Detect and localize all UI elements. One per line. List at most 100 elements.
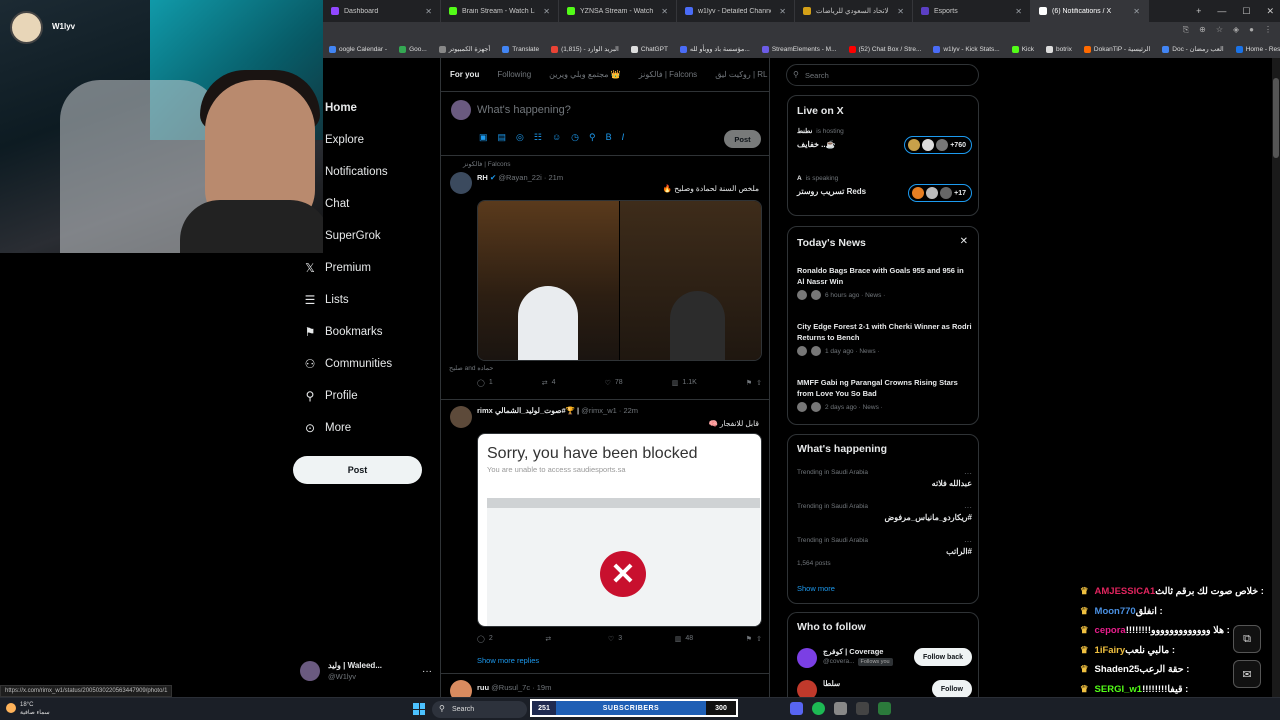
bold-icon[interactable]: B [606, 132, 612, 143]
timeline-tab[interactable]: مجتمع وبلي ويرين 👑 [540, 58, 630, 92]
avatar[interactable] [450, 406, 472, 428]
trend-item[interactable]: Trending in Saudi Arabia #ريكاردو_مانياس_… [797, 503, 972, 522]
sidebar-item-more[interactable]: ⊙ More [290, 412, 440, 444]
close-tab-icon[interactable]: ✕ [661, 7, 668, 16]
sidebar-item-home[interactable]: Home [290, 92, 440, 124]
bookmark-item[interactable]: oogle Calendar - [323, 45, 393, 53]
tweet-handle[interactable]: @Rayan_22i [498, 173, 541, 182]
bookmark-item[interactable]: StreamElements - M... [756, 45, 843, 53]
app-icon[interactable] [856, 702, 869, 715]
avatar[interactable] [797, 648, 817, 668]
bookmark-item[interactable]: أجهزة الكمبيوتر [433, 45, 496, 53]
bookmark-item[interactable]: Goo... [393, 45, 433, 53]
reply-button[interactable]: ◯ 1 [477, 379, 493, 387]
trend-item[interactable]: Trending in Saudi Arabia عبدالله فلاته ··· [797, 469, 972, 488]
tweet-media[interactable]: Sorry, you have been blocked You are una… [477, 433, 762, 627]
profile-icon[interactable]: ● [1249, 25, 1254, 35]
bookmark-item[interactable]: Home - Restream [1230, 45, 1280, 53]
minimize-icon[interactable]: — [1217, 6, 1226, 16]
sidebar-item-supergrok[interactable]: SuperGrok [290, 220, 440, 252]
menu-icon[interactable]: ⋮ [1264, 25, 1272, 35]
app-icon[interactable] [834, 702, 847, 715]
views-button[interactable]: ▥ 48 [675, 635, 693, 643]
bookmark-item[interactable]: البريد الوارد - (1,815) [545, 45, 625, 53]
scrollbar-thumb[interactable] [1273, 78, 1279, 158]
chat-username[interactable]: cepora [1095, 625, 1126, 636]
browser-tab[interactable]: (6) Notifications / X ✕ [1031, 0, 1149, 22]
repost-button[interactable]: ⇄ 4 [542, 379, 556, 387]
emoji-icon[interactable]: ☺ [552, 132, 561, 143]
tweet-author[interactable]: ruu [477, 683, 489, 692]
trend-item[interactable]: Trending in Saudi Arabia #الراتب ··· 1,564 … [797, 537, 972, 567]
star-icon[interactable]: ☆ [1216, 25, 1223, 35]
discord-icon[interactable] [790, 702, 803, 715]
bookmark-item[interactable]: (52) Chat Box / Stre... [843, 45, 928, 53]
image-icon[interactable]: ▣ [479, 132, 488, 143]
search-input[interactable]: ⚲ Search [786, 64, 979, 86]
post-button[interactable]: Post [293, 456, 422, 484]
popout-icon[interactable]: ⧉ [1233, 625, 1261, 653]
tweet[interactable]: rimx صوت_لوليد_الشمالي#🏆 | @rimx_w1 · 22… [441, 400, 769, 674]
sidebar-item-chat[interactable]: Chat [290, 188, 440, 220]
views-button[interactable]: ▥ 1.1K [672, 379, 697, 387]
chat-username[interactable]: Moon770 [1095, 606, 1136, 617]
inbox-icon[interactable]: ✉ [1233, 660, 1261, 688]
show-more-replies[interactable]: Show more replies [477, 656, 539, 665]
close-tab-icon[interactable]: ✕ [897, 7, 904, 16]
more-dots-icon[interactable]: ··· [964, 503, 972, 512]
poll-icon[interactable]: ☷ [534, 132, 542, 143]
sidebar-item-profile[interactable]: ⚲ Profile [290, 380, 440, 412]
timeline-tab[interactable]: روكيت ليق | RL [706, 58, 769, 92]
tweet[interactable]: فالكونز | Falcons RH ✔ @Rayan_22i · 21m … [441, 156, 769, 400]
close-tab-icon[interactable]: ✕ [1015, 7, 1022, 16]
sidebar-item-lists[interactable]: ☰ Lists [290, 284, 440, 316]
chat-username[interactable]: SERGI_w1 [1095, 684, 1143, 695]
tweet-author[interactable]: rimx [477, 406, 493, 415]
timeline-tab[interactable]: فالكونز | Falcons [630, 58, 706, 92]
browser-tab[interactable]: YZNSA Stream - Watch Live on ✕ [559, 0, 677, 22]
location-icon[interactable]: ⚲ [589, 132, 596, 143]
tweet-media[interactable] [477, 200, 762, 361]
avatar[interactable] [450, 172, 472, 194]
spotify-icon[interactable] [812, 702, 825, 715]
bookmark-item[interactable]: DokanTiP - الرئيسية [1078, 45, 1156, 53]
follow-button[interactable]: Follow [931, 680, 972, 698]
tweet-tags[interactable]: صليح and حماده [449, 364, 493, 372]
share-icon[interactable]: ⇧ [756, 635, 762, 643]
share-icon[interactable]: ⎘ [1183, 25, 1189, 35]
weather-widget[interactable]: 18°C سماء صافية [6, 701, 50, 717]
listener-count-badge[interactable]: +17 [908, 184, 972, 202]
tweet-display-name[interactable]: صوت_لوليد_الشمالي#🏆 | [495, 406, 579, 415]
bookmark-button[interactable]: ⚑ ⇧ [746, 379, 762, 387]
bookmark-item[interactable]: w1lyv - Kick Stats... [927, 45, 1005, 53]
tweet-time[interactable]: 21m [548, 173, 563, 182]
bookmark-item[interactable]: Doc - العب رمضان [1156, 45, 1229, 53]
tweet-author[interactable]: RH [477, 173, 488, 182]
bookmark-item[interactable]: مؤسسة باد ووبأو لله... [674, 45, 756, 53]
sidebar-item-communities[interactable]: ⚇ Communities [290, 348, 440, 380]
like-button[interactable]: ♡ 78 [605, 379, 623, 387]
listener-count-badge[interactable]: +760 [904, 136, 972, 154]
follow-suggestion[interactable]: كوفرج | Coverage @covera... Follows you Fol… [797, 644, 972, 670]
tweet-time[interactable]: 19m [537, 683, 552, 692]
bookmark-button[interactable]: ⚑ ⇧ [746, 635, 762, 643]
new-tab-icon[interactable]: + [1196, 6, 1201, 16]
excel-icon[interactable] [878, 702, 891, 715]
news-item[interactable]: City Edge Forest 2-1 with Cherki Winner … [797, 321, 972, 356]
bookmark-item[interactable]: ChatGPT [625, 45, 674, 53]
maximize-icon[interactable]: ☐ [1242, 6, 1250, 17]
live-row[interactable]: Ais speaking تسريب روستر Reds +17 [797, 175, 972, 202]
account-switcher[interactable]: وليد | Waleed... @W1lyv ··· [300, 658, 432, 684]
chat-username[interactable]: Shaden25 [1095, 664, 1140, 675]
chat-username[interactable]: AMJESSICA1 [1095, 586, 1156, 597]
taskbar-search[interactable]: ⚲ Search [432, 701, 527, 718]
close-tab-icon[interactable]: ✕ [425, 7, 432, 16]
share-icon[interactable]: ⇧ [756, 379, 762, 387]
close-tab-icon[interactable]: ✕ [1133, 7, 1140, 16]
news-item[interactable]: Ronaldo Bags Brace with Goals 955 and 95… [797, 265, 972, 300]
windows-start-icon[interactable] [413, 703, 425, 715]
media-image-1[interactable] [478, 201, 619, 360]
chat-username[interactable]: 1iFairy [1095, 645, 1126, 656]
follow-button[interactable]: Follow back [913, 648, 972, 666]
repost-button[interactable]: ⇄ [545, 635, 555, 643]
